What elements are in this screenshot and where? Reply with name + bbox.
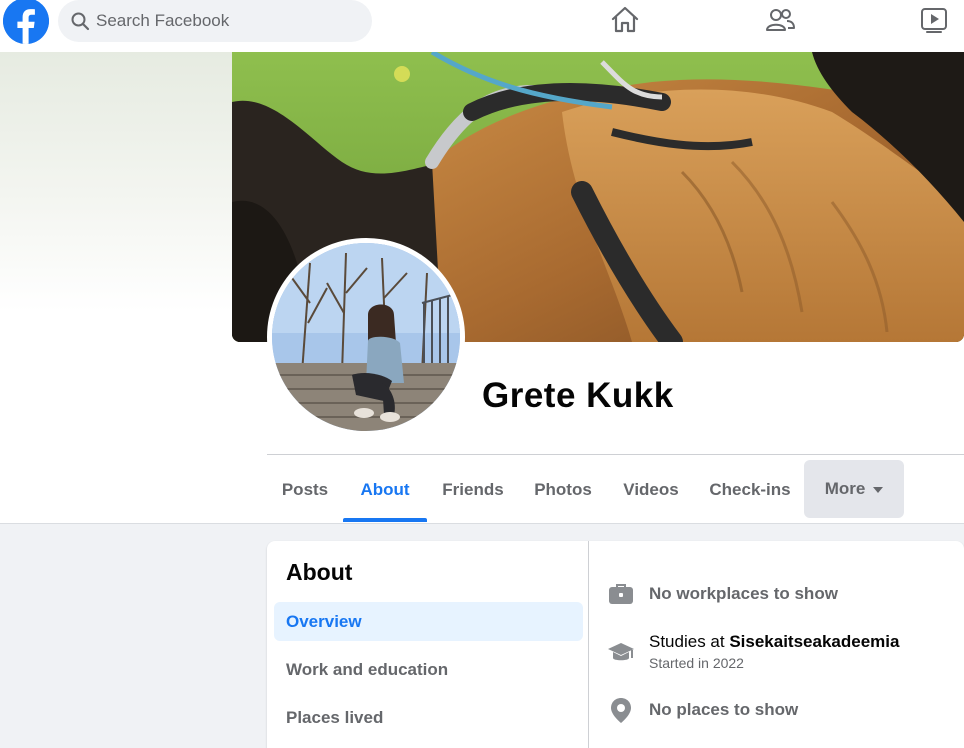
active-tab-indicator — [343, 518, 427, 522]
profile-tabs: Posts About Friends Photos Videos Check-… — [267, 460, 964, 522]
profile-name: Grete Kukk — [482, 376, 674, 415]
profile-picture-image — [272, 243, 460, 431]
about-nav-places-lived[interactable]: Places lived — [274, 698, 583, 737]
places-text: No places to show — [649, 700, 799, 719]
search-input[interactable] — [96, 0, 366, 42]
tab-more-label: More — [824, 479, 866, 498]
info-row-studies: Studies at Sisekaitseakadeemia Started i… — [607, 632, 899, 671]
tab-about[interactable]: About — [343, 460, 427, 520]
studies-block: Studies at Sisekaitseakadeemia Started i… — [649, 632, 899, 671]
tab-friends[interactable]: Friends — [435, 460, 511, 520]
location-pin-icon — [607, 696, 635, 724]
about-heading: About — [286, 559, 353, 585]
about-sidebar: About Overview Work and education Places… — [267, 541, 589, 748]
info-row-places: No places to show — [607, 696, 798, 724]
graduation-cap-icon — [607, 638, 635, 666]
friends-icon[interactable] — [764, 4, 796, 36]
search-icon — [70, 11, 90, 31]
studies-line: Studies at Sisekaitseakadeemia — [649, 632, 899, 652]
profile-picture[interactable] — [267, 238, 465, 436]
top-navigation-bar — [0, 0, 964, 52]
studies-subtext: Started in 2022 — [649, 655, 744, 671]
tab-photos[interactable]: Photos — [525, 460, 601, 520]
studies-school-link[interactable]: Sisekaitseakadeemia — [729, 632, 899, 651]
header-divider — [267, 454, 964, 455]
facebook-logo-icon[interactable] — [3, 0, 49, 44]
about-nav-overview[interactable]: Overview — [274, 602, 583, 641]
work-text: No workplaces to show — [649, 584, 838, 603]
watch-icon[interactable] — [918, 4, 950, 36]
tab-videos[interactable]: Videos — [615, 460, 687, 520]
home-icon[interactable] — [609, 4, 641, 36]
about-nav-work-education[interactable]: Work and education — [274, 650, 583, 689]
tab-more-button[interactable]: More — [804, 460, 904, 518]
info-row-work: No workplaces to show — [607, 580, 838, 608]
search-bar[interactable] — [58, 0, 372, 42]
about-card: About Overview Work and education Places… — [267, 541, 964, 748]
tab-posts[interactable]: Posts — [275, 460, 335, 520]
left-background — [0, 52, 232, 524]
caret-down-icon — [873, 487, 884, 493]
briefcase-icon — [607, 580, 635, 608]
studies-prefix: Studies at — [649, 632, 730, 651]
tab-check-ins[interactable]: Check-ins — [703, 460, 797, 520]
